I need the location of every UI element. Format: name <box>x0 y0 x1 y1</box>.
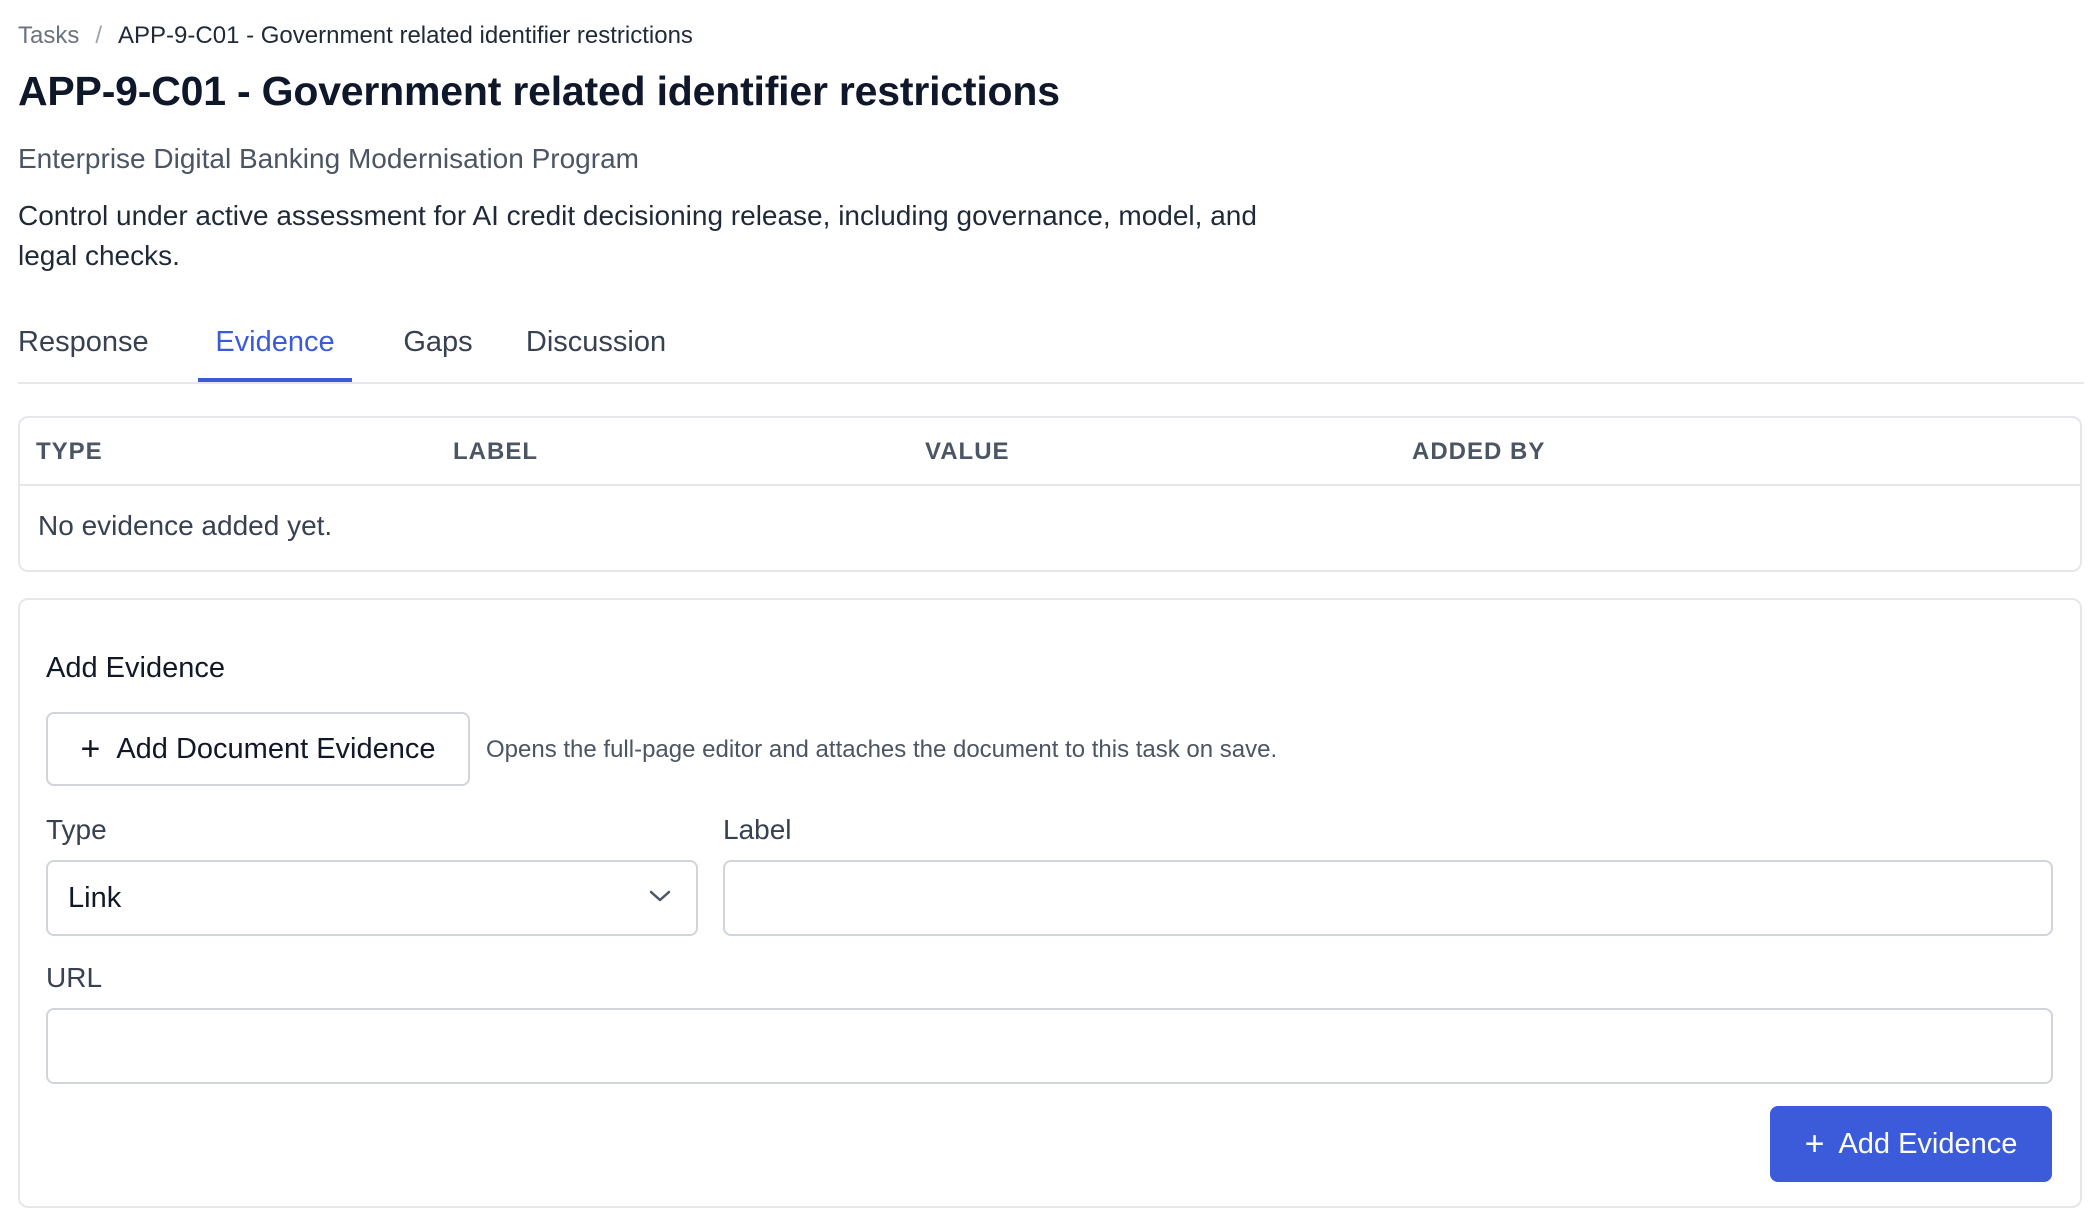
add-evidence-panel: Add Evidence + Add Document Evidence Ope… <box>18 598 2082 1208</box>
chevron-down-icon <box>648 889 672 908</box>
tab-discussion[interactable]: Discussion <box>512 316 680 382</box>
add-document-evidence-label: Add Document Evidence <box>116 732 436 765</box>
tab-bar: Response Evidence Gaps Discussion <box>18 316 2084 384</box>
tab-evidence[interactable]: Evidence <box>198 316 352 382</box>
document-help-text: Opens the full-page editor and attaches … <box>486 736 1278 763</box>
type-label: Type <box>46 814 107 845</box>
breadcrumb-current: APP-9-C01 - Government related identifie… <box>118 22 693 49</box>
url-input[interactable] <box>46 1008 2053 1084</box>
add-evidence-button[interactable]: + Add Evidence <box>1770 1106 2052 1182</box>
column-label: LABEL <box>453 438 538 465</box>
evidence-table: TYPE LABEL VALUE ADDED BY No evidence ad… <box>18 416 2082 572</box>
label-input[interactable] <box>723 860 2053 936</box>
plus-icon: + <box>1804 1125 1825 1163</box>
task-description: Control under active assessment for AI c… <box>18 200 1257 271</box>
add-evidence-heading: Add Evidence <box>46 652 225 684</box>
page-title: APP-9-C01 - Government related identifie… <box>18 68 1060 114</box>
breadcrumb-separator: / <box>95 22 103 49</box>
label-field-label: Label <box>723 814 792 845</box>
tab-response[interactable]: Response <box>18 316 149 382</box>
type-select[interactable]: Link <box>46 860 698 936</box>
breadcrumb-tasks-link[interactable]: Tasks <box>18 22 79 50</box>
add-evidence-button-label: Add Evidence <box>1838 1127 2018 1160</box>
task-detail-page: Tasks / APP-9-C01 - Government related i… <box>0 0 2096 1226</box>
column-added-by: ADDED BY <box>1412 438 1546 465</box>
plus-icon: + <box>80 730 101 768</box>
type-select-value: Link <box>68 881 122 914</box>
breadcrumb: Tasks / APP-9-C01 - Government related i… <box>18 22 693 50</box>
add-document-evidence-button[interactable]: + Add Document Evidence <box>46 712 470 786</box>
column-value: VALUE <box>925 438 1010 465</box>
program-name: Enterprise Digital Banking Modernisation… <box>18 143 639 174</box>
empty-state-message: No evidence added yet. <box>38 510 333 541</box>
tab-gaps[interactable]: Gaps <box>382 316 494 382</box>
table-header: TYPE LABEL VALUE ADDED BY <box>20 418 2080 486</box>
column-type: TYPE <box>36 438 103 465</box>
url-field-label: URL <box>46 962 103 993</box>
